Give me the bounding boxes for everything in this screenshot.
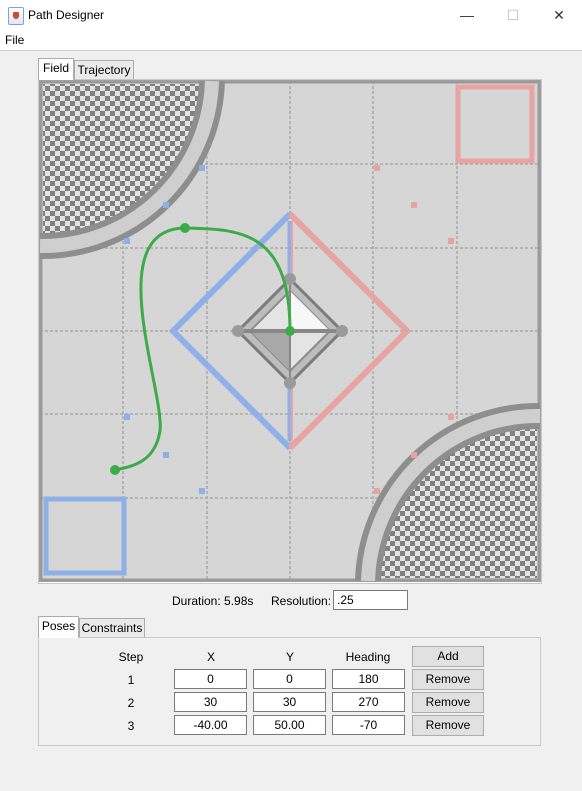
duration-label: Duration: 5.98s	[172, 594, 254, 608]
row-step: 3	[127, 719, 135, 733]
menu-bar: File	[0, 30, 582, 51]
header-x: X	[206, 650, 215, 664]
pose-heading-input[interactable]: 270	[332, 692, 405, 712]
row-step: 2	[127, 696, 135, 710]
pose-x-input[interactable]: 0	[174, 669, 247, 689]
pose-y-input[interactable]: 50.00	[253, 715, 326, 735]
pose-point-3[interactable]	[110, 465, 120, 475]
java-cup-icon	[8, 7, 24, 25]
pose-heading-input[interactable]: 180	[332, 669, 405, 689]
menu-file[interactable]: File	[5, 33, 24, 47]
pose-point-1[interactable]	[285, 326, 295, 336]
pose-y-input[interactable]: 0	[253, 669, 326, 689]
header-step: Step	[118, 650, 144, 664]
tab-constraints[interactable]: Constraints	[79, 618, 145, 638]
tab-trajectory[interactable]: Trajectory	[74, 60, 134, 80]
minimize-button[interactable]: —	[444, 0, 490, 30]
pose-heading-input[interactable]: -70	[332, 715, 405, 735]
close-button[interactable]: ✕	[536, 0, 582, 30]
tab-field[interactable]: Field	[38, 58, 74, 80]
pose-point-2[interactable]	[180, 223, 190, 233]
pose-x-input[interactable]: 30	[174, 692, 247, 712]
pose-x-input[interactable]: -40.00	[174, 715, 247, 735]
field-canvas[interactable]	[39, 80, 541, 582]
pose-y-input[interactable]: 30	[253, 692, 326, 712]
window-title: Path Designer	[28, 8, 105, 22]
resolution-label: Resolution:	[271, 594, 332, 608]
tab-poses[interactable]: Poses	[38, 616, 79, 638]
add-pose-button[interactable]: Add	[412, 646, 484, 667]
maximize-button[interactable]: ☐	[490, 0, 536, 30]
row-step: 1	[127, 673, 135, 687]
header-y: Y	[285, 650, 294, 664]
field-drawing	[39, 80, 541, 582]
header-heading: Heading	[345, 650, 391, 664]
title-bar: Path Designer — ☐ ✕	[0, 0, 582, 30]
remove-pose-button[interactable]: Remove	[412, 715, 484, 736]
remove-pose-button[interactable]: Remove	[412, 692, 484, 713]
resolution-input[interactable]: .25	[333, 590, 408, 610]
remove-pose-button[interactable]: Remove	[412, 669, 484, 690]
